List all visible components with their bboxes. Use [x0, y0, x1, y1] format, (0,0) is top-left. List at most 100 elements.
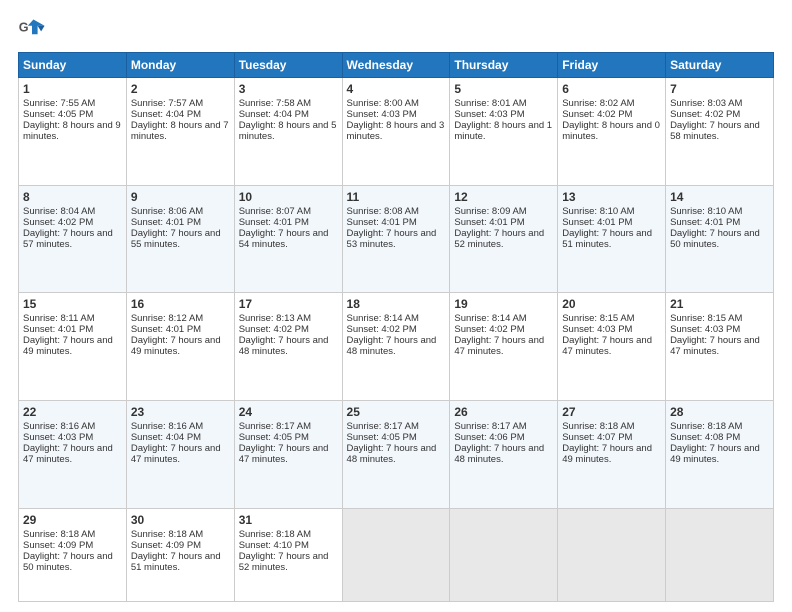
- calendar-cell: 14Sunrise: 8:10 AMSunset: 4:01 PMDayligh…: [666, 185, 774, 293]
- sunrise: Sunrise: 8:17 AM: [347, 421, 419, 432]
- calendar-cell: 28Sunrise: 8:18 AMSunset: 4:08 PMDayligh…: [666, 401, 774, 509]
- sunrise: Sunrise: 8:15 AM: [562, 313, 634, 324]
- calendar-cell: [450, 508, 558, 601]
- day-number: 28: [670, 405, 769, 419]
- daylight: Daylight: 8 hours and 0 minutes.: [562, 120, 660, 142]
- sunset: Sunset: 4:02 PM: [347, 324, 417, 335]
- sunset: Sunset: 4:02 PM: [562, 109, 632, 120]
- sunrise: Sunrise: 8:07 AM: [239, 206, 311, 217]
- sunrise: Sunrise: 8:08 AM: [347, 206, 419, 217]
- day-number: 21: [670, 297, 769, 311]
- sunset: Sunset: 4:03 PM: [347, 109, 417, 120]
- sunrise: Sunrise: 8:18 AM: [239, 529, 311, 540]
- day-number: 10: [239, 190, 338, 204]
- sunset: Sunset: 4:04 PM: [131, 109, 201, 120]
- calendar-cell: 22Sunrise: 8:16 AMSunset: 4:03 PMDayligh…: [19, 401, 127, 509]
- sunset: Sunset: 4:02 PM: [454, 324, 524, 335]
- day-number: 24: [239, 405, 338, 419]
- calendar-cell: 8Sunrise: 8:04 AMSunset: 4:02 PMDaylight…: [19, 185, 127, 293]
- calendar-cell: 4Sunrise: 8:00 AMSunset: 4:03 PMDaylight…: [342, 78, 450, 186]
- sunset: Sunset: 4:06 PM: [454, 432, 524, 443]
- day-number: 16: [131, 297, 230, 311]
- sunrise: Sunrise: 8:18 AM: [131, 529, 203, 540]
- calendar-cell: 25 Sunrise: 8:17 AMSunset: 4:05 PMDayligh…: [342, 401, 450, 509]
- daylight: Daylight: 7 hours and 55 minutes.: [131, 228, 221, 250]
- sunset: Sunset: 4:01 PM: [239, 217, 309, 228]
- daylight: Daylight: 7 hours and 47 minutes.: [23, 443, 113, 465]
- day-number: 29: [23, 513, 122, 527]
- day-number: 11: [347, 190, 446, 204]
- sunrise: Sunrise: 8:15 AM: [670, 313, 742, 324]
- sunrise: Sunrise: 8:12 AM: [131, 313, 203, 324]
- sunset: Sunset: 4:01 PM: [131, 324, 201, 335]
- calendar-cell: 27Sunrise: 8:18 AMSunset: 4:07 PMDayligh…: [558, 401, 666, 509]
- calendar-cell: [558, 508, 666, 601]
- day-number: 20: [562, 297, 661, 311]
- page: G SundayMondayTuesdayWednesdayThursdayFr…: [0, 0, 792, 612]
- sunset: Sunset: 4:05 PM: [347, 432, 417, 443]
- sunset: Sunset: 4:02 PM: [239, 324, 309, 335]
- day-number: 18: [347, 297, 446, 311]
- sunset: Sunset: 4:09 PM: [131, 540, 201, 551]
- header: G: [18, 16, 774, 44]
- day-number: 25: [347, 405, 446, 419]
- day-number: 13: [562, 190, 661, 204]
- day-number: 14: [670, 190, 769, 204]
- day-number: 30: [131, 513, 230, 527]
- calendar-cell: 6Sunrise: 8:02 AMSunset: 4:02 PMDaylight…: [558, 78, 666, 186]
- calendar-cell: 30 Sunrise: 8:18 AMSunset: 4:09 PMDayligh…: [126, 508, 234, 601]
- sunrise: Sunrise: 7:57 AM: [131, 98, 203, 109]
- calendar-header-thursday: Thursday: [450, 53, 558, 78]
- daylight: Daylight: 7 hours and 49 minutes.: [131, 335, 221, 357]
- sunrise: Sunrise: 8:11 AM: [23, 313, 95, 324]
- logo: G: [18, 16, 50, 44]
- daylight: Daylight: 7 hours and 49 minutes.: [562, 443, 652, 465]
- day-number: 26: [454, 405, 553, 419]
- day-number: 23: [131, 405, 230, 419]
- daylight: Daylight: 7 hours and 48 minutes.: [347, 443, 437, 465]
- calendar-header-row: SundayMondayTuesdayWednesdayThursdayFrid…: [19, 53, 774, 78]
- calendar-cell: 29Sunrise: 8:18 AMSunset: 4:09 PMDayligh…: [19, 508, 127, 601]
- calendar-cell: 9 Sunrise: 8:06 AMSunset: 4:01 PMDaylight…: [126, 185, 234, 293]
- calendar-cell: 1 Sunrise: 7:55 AMSunset: 4:05 PMDaylight…: [19, 78, 127, 186]
- daylight: Daylight: 7 hours and 48 minutes.: [454, 443, 544, 465]
- sunset: Sunset: 4:07 PM: [562, 432, 632, 443]
- sunset: Sunset: 4:08 PM: [670, 432, 740, 443]
- daylight: Daylight: 7 hours and 52 minutes.: [239, 551, 329, 573]
- daylight: Daylight: 7 hours and 53 minutes.: [347, 228, 437, 250]
- sunrise: Sunrise: 8:04 AM: [23, 206, 95, 217]
- calendar-cell: 13Sunrise: 8:10 AMSunset: 4:01 PMDayligh…: [558, 185, 666, 293]
- calendar-cell: 12Sunrise: 8:09 AMSunset: 4:01 PMDayligh…: [450, 185, 558, 293]
- calendar-cell: 18Sunrise: 8:14 AMSunset: 4:02 PMDayligh…: [342, 293, 450, 401]
- daylight: Daylight: 8 hours and 9 minutes.: [23, 120, 121, 142]
- daylight: Daylight: 7 hours and 47 minutes.: [454, 335, 544, 357]
- daylight: Daylight: 8 hours and 5 minutes.: [239, 120, 337, 142]
- calendar-week-1: 1Sunrise: 7:55 AMSunset: 4:05 PMDaylight…: [19, 78, 774, 186]
- calendar-header-saturday: Saturday: [666, 53, 774, 78]
- calendar-cell: 10Sunrise: 8:07 AMSunset: 4:01 PMDayligh…: [234, 185, 342, 293]
- daylight: Daylight: 7 hours and 51 minutes.: [131, 551, 221, 573]
- sunrise: Sunrise: 8:03 AM: [670, 98, 742, 109]
- calendar-cell: 16 Sunrise: 8:12 AMSunset: 4:01 PMDayligh…: [126, 293, 234, 401]
- daylight: Daylight: 7 hours and 50 minutes.: [23, 551, 113, 573]
- sunset: Sunset: 4:03 PM: [23, 432, 93, 443]
- calendar-cell: 21Sunrise: 8:15 AMSunset: 4:03 PMDayligh…: [666, 293, 774, 401]
- day-number: 27: [562, 405, 661, 419]
- sunset: Sunset: 4:05 PM: [23, 109, 93, 120]
- day-number: 1: [23, 82, 122, 96]
- calendar-cell: 23Sunrise: 8:16 AMSunset: 4:04 PMDayligh…: [126, 401, 234, 509]
- sunset: Sunset: 4:01 PM: [131, 217, 201, 228]
- sunrise: Sunrise: 8:10 AM: [670, 206, 742, 217]
- sunrise: Sunrise: 8:09 AM: [454, 206, 526, 217]
- daylight: Daylight: 7 hours and 48 minutes.: [239, 335, 329, 357]
- calendar-cell: 24Sunrise: 8:17 AMSunset: 4:05 PMDayligh…: [234, 401, 342, 509]
- sunrise: Sunrise: 8:06 AM: [131, 206, 203, 217]
- day-number: 9: [131, 190, 230, 204]
- daylight: Daylight: 7 hours and 47 minutes.: [562, 335, 652, 357]
- sunrise: Sunrise: 7:55 AM: [23, 98, 95, 109]
- sunrise: Sunrise: 8:01 AM: [454, 98, 526, 109]
- sunrise: Sunrise: 7:58 AM: [239, 98, 311, 109]
- sunset: Sunset: 4:09 PM: [23, 540, 93, 551]
- calendar-cell: 11Sunrise: 8:08 AMSunset: 4:01 PMDayligh…: [342, 185, 450, 293]
- calendar-header-wednesday: Wednesday: [342, 53, 450, 78]
